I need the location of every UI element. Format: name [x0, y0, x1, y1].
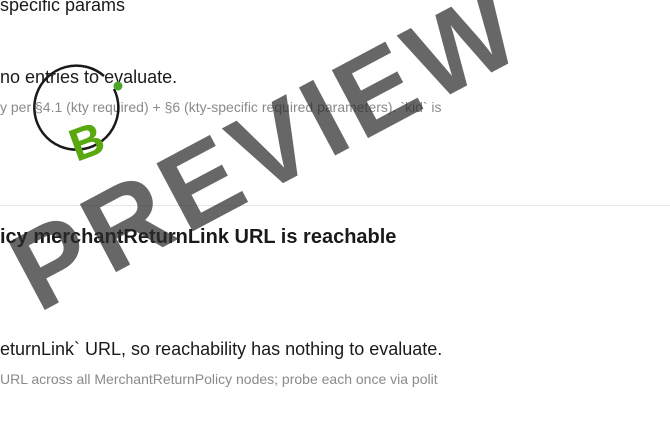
check-result-text-2: eturnLink` URL, so reachability has noth…	[0, 339, 443, 359]
check-title: icy merchantReturnLink URL is reachable	[0, 226, 397, 248]
section-divider	[0, 205, 670, 206]
preview-watermark: PREVIEW	[0, 0, 543, 335]
check-note-text: y per §4.1 (kty required) + §6 (kty-spec…	[0, 99, 442, 115]
grade-badge: B	[33, 64, 123, 171]
check-note-text-2: URL across all MerchantReturnPolicy node…	[0, 371, 438, 387]
check-result-text: no entries to evaluate.	[0, 67, 178, 87]
check-params-line: specific params	[0, 0, 126, 15]
badge-letter: B	[62, 111, 111, 171]
